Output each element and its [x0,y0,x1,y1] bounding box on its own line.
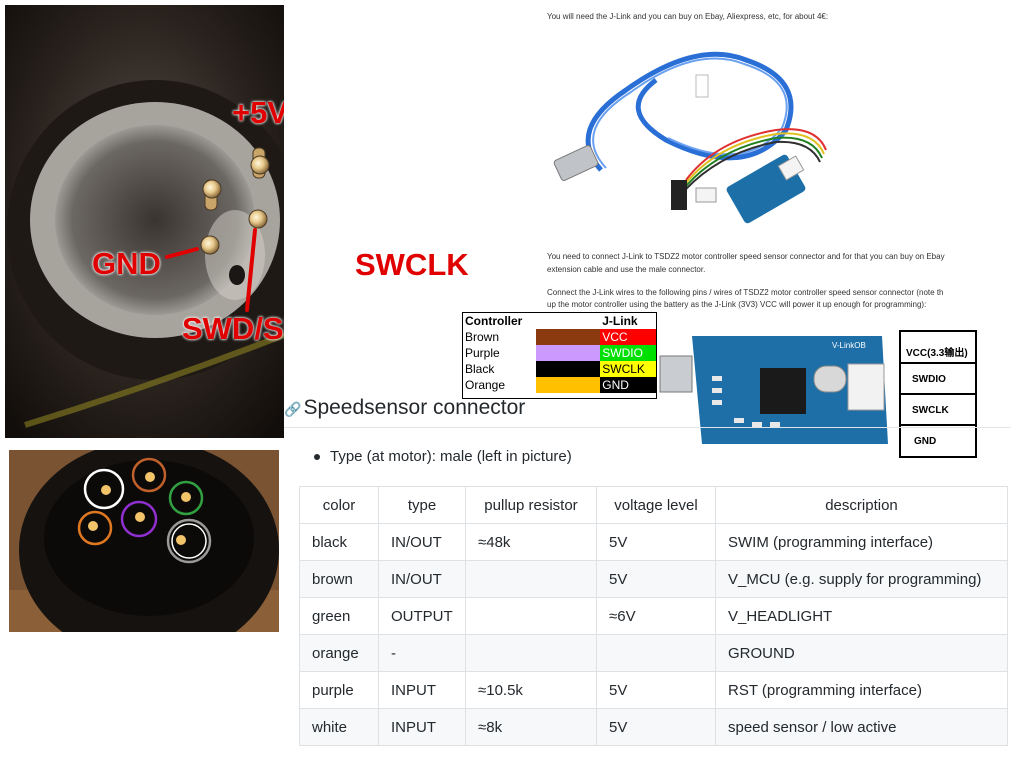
label-swd-spd: SWD/SPD [182,311,284,346]
cell-color: orange [299,634,379,672]
wire-swatch [536,345,601,361]
doc-line-2b: extension cable and use the male connect… [547,265,706,274]
cell-type: INPUT [378,671,466,709]
board-label-gnd: GND [914,436,937,447]
label-plus5v: +5V [232,95,284,130]
cell-color: brown [299,560,379,598]
speedsensor-pins-art [9,450,279,632]
cell-type: OUTPUT [378,597,466,635]
label-gnd: GND [92,246,161,281]
cell-pullup [465,597,597,635]
table-row: black IN/OUT ≈48k 5V SWIM (programming i… [299,523,1008,561]
cell-description: V_MCU (e.g. supply for programming) [715,560,1008,598]
cell-type: INPUT [378,708,466,746]
wire-row: Purple SWDIO [463,345,656,361]
cell-pullup: ≈8k [465,708,597,746]
cell-voltage: 5V [596,523,716,561]
doc-line-3b: up the motor controller using the batter… [547,300,927,309]
col-header-description: description [715,486,1008,524]
cell-voltage: 5V [596,708,716,746]
connector-photo-art [5,5,284,438]
cell-voltage: ≈6V [596,597,716,635]
cell-type: - [378,634,466,672]
cell-color: purple [299,671,379,709]
cell-description: GROUND [715,634,1008,672]
wire-swatch [536,361,601,377]
anchor-link-icon[interactable]: 🔗 [284,401,301,417]
wire-swatch [536,377,601,393]
cell-type: IN/OUT [378,560,466,598]
col-header-voltage: voltage level [596,486,716,524]
table-row: orange - GROUND [299,634,1008,672]
col-header-pullup: pullup resistor [465,486,597,524]
cell-color: white [299,708,379,746]
wire-name: Black [465,362,495,376]
col-header-type: type [378,486,466,524]
cell-description: SWIM (programming interface) [715,523,1008,561]
wire-name: Brown [465,330,500,344]
speedsensor-pins-photo [9,450,279,632]
table-row: white INPUT ≈8k 5V speed sensor / low ac… [299,708,1008,746]
jlink-kit-image [553,51,827,224]
section-heading-text: Speedsensor connector [303,396,526,419]
wire-row: Black SWCLK [463,361,656,377]
table-header-row: color type pullup resistor voltage level… [299,486,1008,524]
bullet-dot [314,454,320,461]
board-silk-text: V-LinkOB [832,341,866,350]
cell-description: speed sensor / low active [715,708,1008,746]
wire-signal: SWCLK [600,361,656,377]
table-row: purple INPUT ≈10.5k 5V RST (programming … [299,671,1008,709]
col-header-color: color [299,486,379,524]
wire-swatch [536,329,601,345]
section-heading: 🔗Speedsensor connector [284,396,525,420]
cell-type: IN/OUT [378,523,466,561]
jlink-board-image: V-LinkOB VCC(3.3输出) SWDIO SWCLK GND [652,326,998,466]
wire-name: Purple [465,346,500,360]
cell-color: black [299,523,379,561]
board-label-swclk: SWCLK [912,405,949,416]
jlink-doc-snippet: You will need the J-Link and you can buy… [516,0,1028,320]
connector-photo: +5V GND SWD/SPD [5,5,284,438]
wire-row: Brown VCC [463,329,656,345]
table-row: brown IN/OUT 5V V_MCU (e.g. supply for p… [299,560,1008,598]
cell-color: green [299,597,379,635]
cell-voltage [596,634,716,672]
cell-pullup [465,634,597,672]
cell-pullup: ≈10.5k [465,671,597,709]
wire-signal: SWDIO [600,345,656,361]
pin-spec-table: color type pullup resistor voltage level… [299,486,1008,748]
cell-voltage: 5V [596,560,716,598]
bullet-text: Type (at motor): male (left in picture) [330,448,572,465]
wire-header-jlink: J-Link [602,314,638,328]
heading-divider [284,427,1011,428]
board-label-swdio: SWDIO [912,374,946,385]
board-label-vcc: VCC(3.3输出) [906,348,968,359]
cell-description: RST (programming interface) [715,671,1008,709]
doc-line-2a: You need to connect J-Link to TSDZ2 moto… [547,252,945,261]
wire-signal: GND [600,377,656,393]
cell-voltage: 5V [596,671,716,709]
cell-pullup [465,560,597,598]
wire-header-swatch [536,313,600,329]
wire-name: Orange [465,378,506,392]
wire-signal: VCC [600,329,656,345]
connector-type-bullet: Type (at motor): male (left in picture) [314,448,572,465]
label-swclk: SWCLK [355,247,469,282]
wire-row: Orange GND [463,377,656,393]
cell-pullup: ≈48k [465,523,597,561]
table-row: green OUTPUT ≈6V V_HEADLIGHT [299,597,1008,635]
wire-mapping-table: Controller J-Link Brown VCC Purple SWDIO… [462,312,657,399]
cell-description: V_HEADLIGHT [715,597,1008,635]
wire-header-controller: Controller [465,314,523,328]
